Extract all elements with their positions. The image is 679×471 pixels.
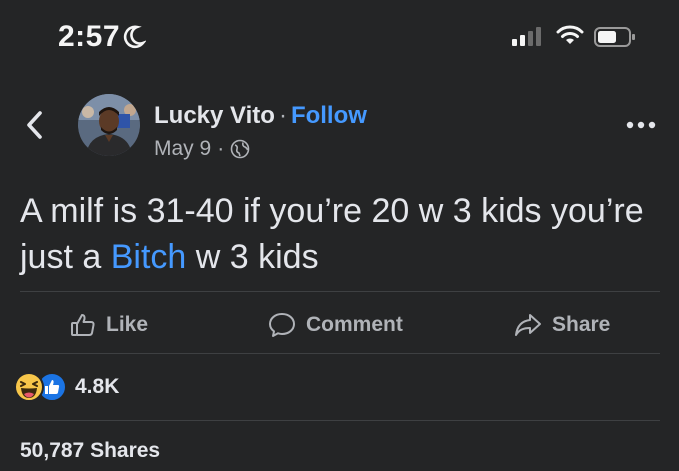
divider-stats — [20, 420, 660, 421]
post-text-part-2: w 3 kids — [186, 238, 319, 276]
share-count[interactable]: 50,787 Shares — [20, 439, 160, 463]
post-date[interactable]: May 9 — [154, 137, 211, 161]
post-author-line: Lucky Vito · Follow — [154, 102, 367, 130]
share-button[interactable]: Share — [514, 312, 610, 338]
avatar-photo — [78, 94, 140, 156]
like-button[interactable]: Like — [70, 312, 148, 338]
post-hashtag-link[interactable]: Bitch — [111, 238, 187, 276]
wifi-icon — [556, 25, 584, 44]
more-options-icon[interactable] — [626, 120, 656, 130]
date-separator: · — [217, 137, 225, 160]
globe-icon — [230, 139, 250, 159]
thumbs-up-icon — [71, 314, 95, 336]
signal-icon — [512, 27, 541, 46]
battery-icon — [594, 27, 635, 47]
status-time: 2:57 — [58, 20, 121, 53]
comment-label: Comment — [306, 313, 403, 336]
comment-button[interactable]: Comment — [268, 312, 403, 338]
share-label: Share — [552, 313, 611, 336]
divider-top — [20, 291, 660, 292]
like-label: Like — [106, 313, 149, 336]
back-chevron-icon[interactable] — [22, 108, 48, 142]
post-meta: May 9 · — [154, 137, 250, 161]
divider-bottom — [20, 353, 660, 354]
reactions-summary[interactable]: 4.8K — [14, 372, 119, 402]
follow-button[interactable]: Follow — [291, 102, 367, 129]
reaction-count: 4.8K — [75, 375, 120, 398]
post-text: A milf is 31-40 if you’re 20 w 3 kids yo… — [20, 188, 660, 280]
avatar[interactable] — [78, 94, 140, 156]
share-arrow-icon — [515, 314, 541, 336]
haha-icon — [14, 372, 44, 402]
comment-bubble-icon — [269, 313, 295, 337]
name-separator: · — [278, 102, 287, 129]
author-name[interactable]: Lucky Vito — [154, 102, 275, 129]
moon-icon — [123, 25, 146, 49]
